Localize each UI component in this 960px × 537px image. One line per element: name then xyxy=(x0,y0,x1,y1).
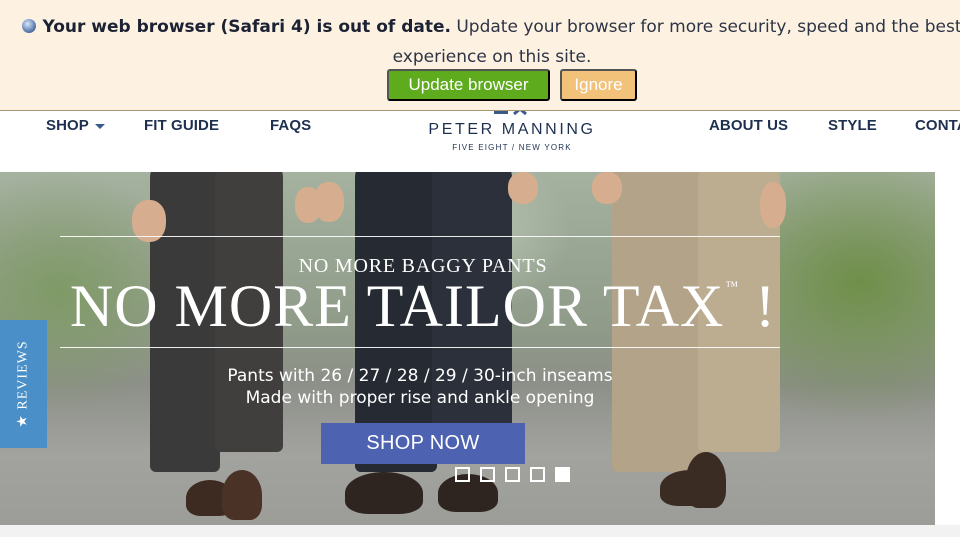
trademark-symbol: ™ xyxy=(725,278,740,293)
browser-update-banner: Your web browser (Safari 4) is out of da… xyxy=(0,0,960,111)
update-browser-button[interactable]: Update browser xyxy=(387,69,550,101)
hero-line-2: Made with proper rise and ankle opening xyxy=(245,388,595,408)
nav-about-us[interactable]: ABOUT US xyxy=(709,117,788,134)
nav-style[interactable]: STYLE xyxy=(828,117,877,134)
hero-title-text: NO MORE TAILOR TAX xyxy=(69,273,725,339)
browser-update-bold: Your web browser (Safari 4) is out of da… xyxy=(42,17,451,37)
page: SHOP FIT GUIDE FAQS PETER MANNING FIVE E… xyxy=(0,0,960,537)
chevron-down-icon xyxy=(94,123,105,129)
logo-tagline: FIVE EIGHT / NEW YORK xyxy=(452,143,572,152)
nav-shop-label: SHOP xyxy=(46,117,89,134)
nav-shop[interactable]: SHOP xyxy=(46,117,105,134)
slider-dot-4[interactable] xyxy=(530,467,545,482)
hero-title: NO MORE TAILOR TAX™ ! xyxy=(60,272,786,341)
ignore-button[interactable]: Ignore xyxy=(560,69,637,101)
nav-faqs[interactable]: FAQS xyxy=(270,117,311,134)
reviews-tab-label: ★ REVIEWS xyxy=(15,340,31,428)
slider-dot-3[interactable] xyxy=(505,467,520,482)
slider-dot-2[interactable] xyxy=(480,467,495,482)
hero-rule-bottom xyxy=(60,347,780,348)
hero-rule-top xyxy=(60,236,780,237)
reviews-tab[interactable]: ★ REVIEWS xyxy=(0,320,47,448)
shop-now-button[interactable]: SHOP NOW xyxy=(321,423,525,464)
hero-banner[interactable]: NO MORE BAGGY PANTS NO MORE TAILOR TAX™ … xyxy=(0,172,935,525)
browser-icon xyxy=(22,19,37,33)
nav-fit-guide[interactable]: FIT GUIDE xyxy=(144,117,219,134)
hero-line-1: Pants with 26 / 27 / 28 / 29 / 30-inch i… xyxy=(227,366,613,386)
nav-contact[interactable]: CONTACT xyxy=(915,117,960,134)
slider-dots xyxy=(455,467,570,482)
browser-update-text: Update your browser for more security, s… xyxy=(392,17,960,67)
slider-dot-1[interactable] xyxy=(455,467,470,482)
slider-dot-5[interactable] xyxy=(555,467,570,482)
page-bottom-strip xyxy=(0,525,960,537)
hero-title-exclaim: ! xyxy=(755,273,777,339)
logo-name: PETER MANNING xyxy=(428,121,596,138)
browser-update-message: Your web browser (Safari 4) is out of da… xyxy=(0,12,960,72)
